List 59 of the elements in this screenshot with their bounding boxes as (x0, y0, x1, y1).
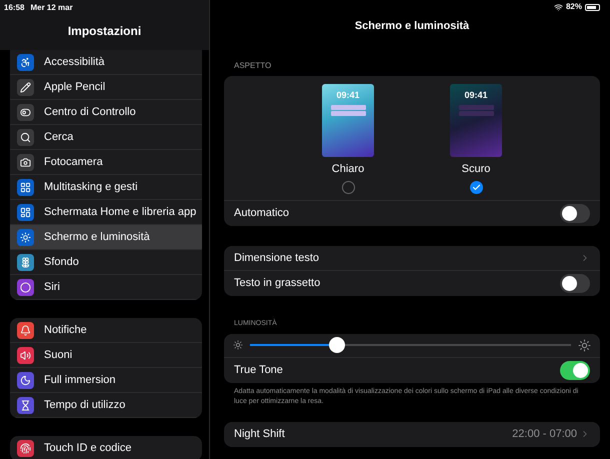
brightness-icon (578, 338, 591, 352)
row-label: Dimensione testo (234, 250, 319, 266)
toggle-switch[interactable] (560, 274, 590, 293)
status-time: 16:58 (4, 2, 24, 14)
fingerprint-icon (17, 440, 34, 456)
toggles-icon (17, 104, 34, 120)
appearance-label: Chiaro (332, 162, 364, 176)
sun-icon (17, 228, 34, 246)
pencil-icon (17, 78, 34, 96)
sidebar-title: Impostazioni (68, 23, 142, 40)
wallpaper-preview[interactable]: 09:41 (450, 84, 502, 156)
battery-level: 82% (566, 1, 582, 13)
bell-icon (17, 322, 34, 338)
page-title: Schermo e luminosità (354, 19, 470, 34)
sidebar-item[interactable]: Notifiche (10, 318, 202, 343)
status-date: Mer 12 mar (30, 2, 73, 14)
grid-icon (17, 178, 34, 196)
speaker-icon (17, 346, 34, 364)
check-icon (472, 183, 480, 192)
section-header: ASPETTO (234, 60, 272, 72)
appearance-label: Scuro (462, 162, 490, 176)
moon-icon (17, 372, 34, 388)
brightness-icon (233, 340, 243, 350)
home-screen-icon (17, 204, 34, 220)
row-label: Testo in grassetto (234, 276, 320, 292)
preview-time: 09:41 (464, 88, 488, 102)
sidebar-item[interactable]: Siri (10, 275, 202, 300)
sidebar-item[interactable]: Accessibilità (10, 50, 202, 75)
accessibility-icon (17, 54, 34, 70)
row-label: Night Shift (234, 426, 285, 442)
camera-icon (17, 154, 34, 170)
hourglass-icon (17, 396, 34, 414)
sidebar-item[interactable]: Schermo e luminosità (10, 225, 202, 250)
sidebar-item[interactable]: Touch ID e codice (10, 436, 202, 459)
sidebar-item[interactable]: Tempo di utilizzo (10, 393, 202, 418)
sidebar-item[interactable]: Suoni (10, 343, 202, 368)
row-label: True Tone (234, 362, 283, 378)
sidebar-item[interactable]: Sfondo (10, 250, 202, 275)
sidebar-item[interactable]: Full immersion (10, 368, 202, 393)
sidebar-item[interactable]: Apple Pencil (10, 75, 202, 100)
slider-thumb[interactable] (328, 337, 345, 353)
toggle-switch[interactable] (560, 360, 590, 380)
sidebar-item[interactable]: Cerca (10, 125, 202, 150)
radio-button[interactable] (342, 181, 354, 194)
radio-button[interactable] (470, 181, 482, 194)
sidebar-item[interactable]: Multitasking e gesti (10, 175, 202, 200)
row-label: Automatico (234, 206, 290, 222)
preview-time: 09:41 (336, 88, 360, 102)
brightness-slider[interactable] (250, 337, 571, 353)
sidebar-item[interactable]: Centro di Controllo (10, 100, 202, 125)
orb-icon (17, 278, 34, 296)
sidebar-item[interactable]: Fotocamera (10, 150, 202, 175)
wifi-icon (554, 2, 563, 12)
search-icon (17, 128, 34, 146)
night-shift-row[interactable]: Night Shift 22:00 - 07:00 (224, 422, 600, 446)
battery-icon (585, 4, 600, 10)
toggle-switch[interactable] (560, 204, 590, 223)
flower-icon (17, 254, 34, 270)
row-value: 22:00 - 07:00 (512, 426, 577, 442)
